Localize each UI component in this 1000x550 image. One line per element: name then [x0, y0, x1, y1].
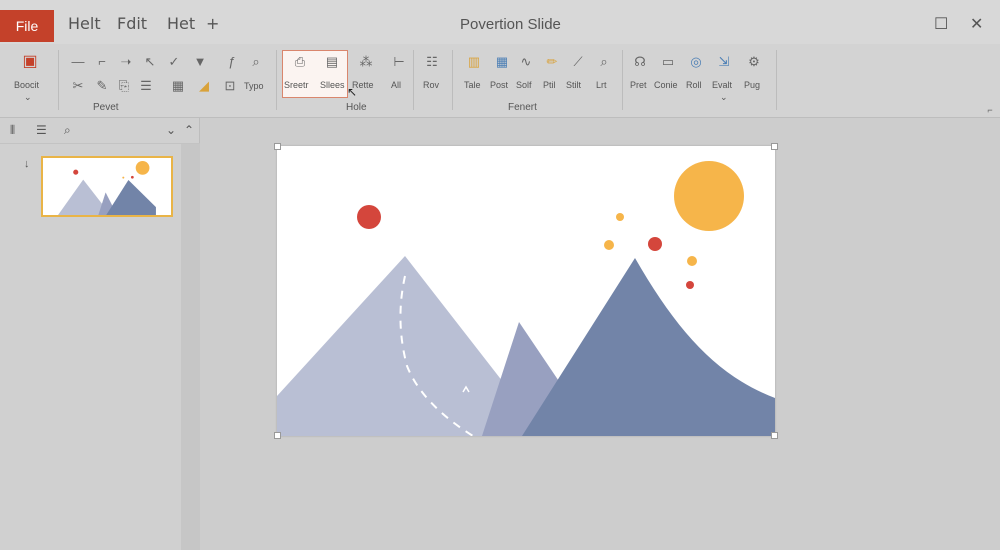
user-icon[interactable]: ☊	[632, 54, 648, 70]
shape-icon[interactable]: ∿	[518, 54, 534, 70]
all-button[interactable]: All	[391, 80, 401, 90]
check-icon[interactable]: ✓	[166, 54, 182, 70]
ribbon-divider	[276, 50, 277, 110]
pug-button[interactable]: Pug	[744, 80, 760, 90]
fill-icon[interactable]: ◢	[196, 78, 212, 94]
ribbon-divider	[413, 50, 414, 110]
chevron-down-icon[interactable]: ⌄	[24, 92, 32, 103]
ribbon-divider	[776, 50, 777, 110]
brush-icon[interactable]: ⟋	[570, 54, 586, 70]
sreetr-button[interactable]: Sreetr	[284, 80, 309, 90]
pret-button[interactable]: Pret	[630, 80, 647, 90]
ribbon: ▣ Boocit ⌄ — ⌐ ➝ ↖ ✓ ▼ ƒ ⌕ ✂ ✎ ⎘ ☰ ▦ ◢ ⊡…	[0, 44, 1000, 118]
resize-handle-top-right[interactable]	[771, 143, 778, 150]
dot	[687, 256, 697, 266]
stilt-button[interactable]: Stilt	[566, 80, 581, 90]
list-view-icon[interactable]: ☰	[36, 123, 47, 137]
dot	[604, 240, 614, 250]
pencil-icon[interactable]: ✏	[544, 54, 560, 70]
maximize-button[interactable]: ☐	[934, 14, 948, 34]
slide-canvas[interactable]	[277, 146, 775, 437]
paste-icon[interactable]: ⎘	[116, 78, 132, 94]
slide-icon[interactable]: ⎙	[292, 54, 308, 70]
window-title: Povertion Slide	[460, 16, 561, 33]
list-icon[interactable]: ☷	[424, 54, 440, 70]
post-button[interactable]: Post	[490, 80, 508, 90]
reset-icon[interactable]: ⁂	[358, 54, 374, 70]
sun	[674, 161, 744, 231]
tale-button[interactable]: Tale	[464, 80, 481, 90]
export-icon[interactable]: ⇲	[716, 54, 732, 70]
ribbon-divider	[622, 50, 623, 110]
resize-handle-bottom-left[interactable]	[274, 432, 281, 439]
align-icon[interactable]: ☰	[138, 78, 154, 94]
arrow-icon[interactable]: ➝	[118, 54, 134, 70]
table-icon[interactable]: ▥	[466, 54, 482, 70]
grid-icon[interactable]: ▦	[170, 78, 186, 94]
search-icon[interactable]: ⌕	[248, 54, 264, 70]
boocit-button-label: Boocit	[14, 80, 40, 90]
cursor-icon[interactable]: ↖	[142, 54, 158, 70]
circle-icon[interactable]: ◎	[688, 54, 704, 70]
add-tab-button[interactable]: +	[206, 14, 219, 33]
sllees-button[interactable]: Sllees	[320, 80, 345, 90]
title-bar: File Helt Fdit Het + Povertion Slide ☐ ✕	[0, 0, 1000, 44]
slide-thumbnail[interactable]	[41, 156, 173, 217]
thumbnail-graphic	[58, 160, 156, 215]
dot	[648, 237, 662, 251]
group-label-pevet: Pevet	[93, 102, 119, 113]
roll-button[interactable]: Roll	[686, 80, 702, 90]
cut-icon[interactable]: ✂	[70, 78, 86, 94]
outline-view-icon[interactable]: ⫴	[10, 123, 15, 138]
group-label-fenert: Fenert	[508, 102, 537, 113]
search-icon[interactable]: ⌕	[64, 123, 71, 138]
mouse-cursor-icon: ↖	[346, 85, 358, 99]
resize-handle-top-left[interactable]	[274, 143, 281, 150]
plugin-icon[interactable]: ⚙	[746, 54, 762, 70]
conie-button[interactable]: Conie	[654, 80, 678, 90]
book-icon[interactable]: ▣	[22, 54, 38, 70]
collapse-ribbon-icon[interactable]: ⌐	[982, 102, 998, 118]
pen-icon[interactable]: ✎	[94, 78, 110, 94]
chevron-up-icon[interactable]: ⌃	[184, 123, 194, 137]
resize-handle-bottom-right[interactable]	[771, 432, 778, 439]
search-icon[interactable]: ⌕	[596, 54, 612, 70]
panel-scrollbar[interactable]	[181, 144, 200, 550]
picture-icon[interactable]: ▦	[494, 54, 510, 70]
file-tab[interactable]: File	[0, 10, 54, 42]
dot	[686, 281, 694, 289]
function-icon[interactable]: ƒ	[224, 54, 240, 70]
menu-het[interactable]: Het	[167, 14, 195, 33]
ptil-button[interactable]: Ptil	[543, 80, 556, 90]
dot	[616, 213, 624, 221]
text-direction-icon[interactable]: ⌐	[94, 54, 110, 70]
line-icon[interactable]: —	[70, 54, 86, 70]
ribbon-divider	[58, 50, 59, 110]
menu-helt[interactable]: Helt	[68, 14, 101, 33]
chevron-down-icon[interactable]: ⌄	[720, 92, 728, 103]
panel-toolbar: ⫴ ☰ ⌕ ⌄ ⌃	[0, 118, 200, 144]
red-circle	[357, 205, 381, 229]
slide-graphic	[277, 146, 775, 437]
rov-button[interactable]: Rov	[423, 80, 439, 90]
solf-button[interactable]: Solf	[516, 80, 532, 90]
close-button[interactable]: ✕	[970, 14, 983, 34]
lock-icon[interactable]: ⊡	[222, 78, 238, 94]
group-label-hole: Hole	[346, 102, 367, 113]
typo-button[interactable]: Typo	[244, 81, 264, 91]
section-icon[interactable]: ⊢	[391, 54, 407, 70]
format-icon[interactable]: ▼	[192, 54, 208, 70]
slide-number: ↓	[24, 158, 30, 170]
ribbon-divider	[452, 50, 453, 110]
menu-fdit[interactable]: Fdit	[117, 14, 147, 33]
lrt-button[interactable]: Lrt	[596, 80, 607, 90]
layout-icon[interactable]: ▤	[324, 54, 340, 70]
chevron-down-icon[interactable]: ⌄	[166, 123, 176, 137]
evalt-button[interactable]: Evalt	[712, 80, 732, 90]
monitor-icon[interactable]: ▭	[660, 54, 676, 70]
